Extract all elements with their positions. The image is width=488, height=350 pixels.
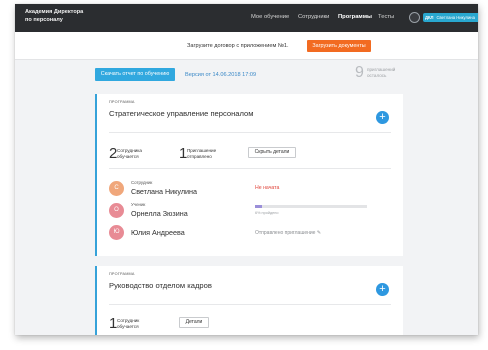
- avatar: С: [109, 181, 124, 196]
- download-report-button[interactable]: Скачать отчет по обучению: [95, 68, 175, 81]
- user-code: ДКЛ: [425, 15, 434, 20]
- program-card: ПРОГРАММА Руководство отделом кадров + 1…: [95, 266, 403, 335]
- report-version-link[interactable]: Версия от 14.06.2018 17:09: [185, 72, 256, 78]
- card-divider: [109, 168, 391, 169]
- person-name[interactable]: Юлия Андреева: [131, 228, 185, 237]
- invites-remaining-label: приглашений осталось: [367, 67, 395, 79]
- progress-text: 6% пройдено: [255, 211, 279, 215]
- stat-label: Сотрудник обучается: [117, 318, 139, 330]
- stat-label-line-2: обучается: [117, 324, 139, 329]
- nav-employees[interactable]: Сотрудники: [298, 14, 329, 20]
- stat-label: Сотрудника обучается: [117, 148, 142, 160]
- avatar: Ю: [109, 225, 124, 240]
- upload-banner: Загрузите договор с приложением №1. Загр…: [15, 32, 478, 60]
- add-participant-button[interactable]: +: [376, 283, 389, 296]
- invite-sent-status[interactable]: Отправлено приглашение ✎: [255, 230, 321, 236]
- brand-logo[interactable]: Академия Директора по персоналу: [25, 9, 83, 24]
- upload-documents-button[interactable]: Загрузить документы: [307, 40, 371, 52]
- program-kicker: ПРОГРАММА: [109, 272, 135, 276]
- invites-remaining-count: 9: [355, 64, 364, 81]
- stat-label-line-2: отправлено: [187, 154, 212, 159]
- add-participant-button[interactable]: +: [376, 111, 389, 124]
- stat-label: Приглашение отправлено: [187, 148, 216, 160]
- nav-programs[interactable]: Программы: [338, 14, 372, 20]
- progress-bar-fill: [255, 205, 262, 208]
- avatar: О: [109, 203, 124, 218]
- program-title: Стратегическое управление персоналом: [109, 109, 254, 118]
- person-name[interactable]: Светлана Никулина: [131, 187, 197, 196]
- user-name: Светлана Никулина: [436, 15, 475, 20]
- user-avatar-icon[interactable]: [409, 12, 420, 23]
- user-menu-button[interactable]: ДКЛ Светлана Никулина: [423, 13, 478, 22]
- status-not-started: Не начата: [255, 185, 280, 191]
- upload-message: Загрузите договор с приложением №1.: [187, 43, 289, 49]
- nav-my-learning[interactable]: Мое обучение: [251, 14, 289, 20]
- person-name[interactable]: Орнелла Зюзина: [131, 209, 188, 218]
- person-role: Сотрудник: [131, 180, 153, 185]
- program-kicker: ПРОГРАММА: [109, 100, 135, 104]
- stat-label-line-2: обучается: [117, 154, 139, 159]
- top-navbar: Академия Директора по персоналу Мое обуч…: [15, 4, 478, 32]
- nav-tests[interactable]: Тесты: [378, 14, 394, 20]
- progress-bar: [255, 205, 367, 208]
- invites-label-line-2: осталось: [367, 73, 387, 78]
- program-title: Руководство отделом кадров: [109, 281, 212, 290]
- brand-line-2: по персоналу: [25, 16, 63, 23]
- program-card: ПРОГРАММА Стратегическое управление перс…: [95, 94, 403, 256]
- details-button[interactable]: Детали: [179, 317, 209, 328]
- hide-details-button[interactable]: Скрыть детали: [248, 147, 296, 158]
- brand-line-1: Академия Директора: [25, 9, 84, 15]
- card-divider: [109, 132, 391, 133]
- card-divider: [109, 304, 391, 305]
- app-window: Академия Директора по персоналу Мое обуч…: [15, 4, 478, 335]
- person-role: Ученик: [131, 202, 146, 207]
